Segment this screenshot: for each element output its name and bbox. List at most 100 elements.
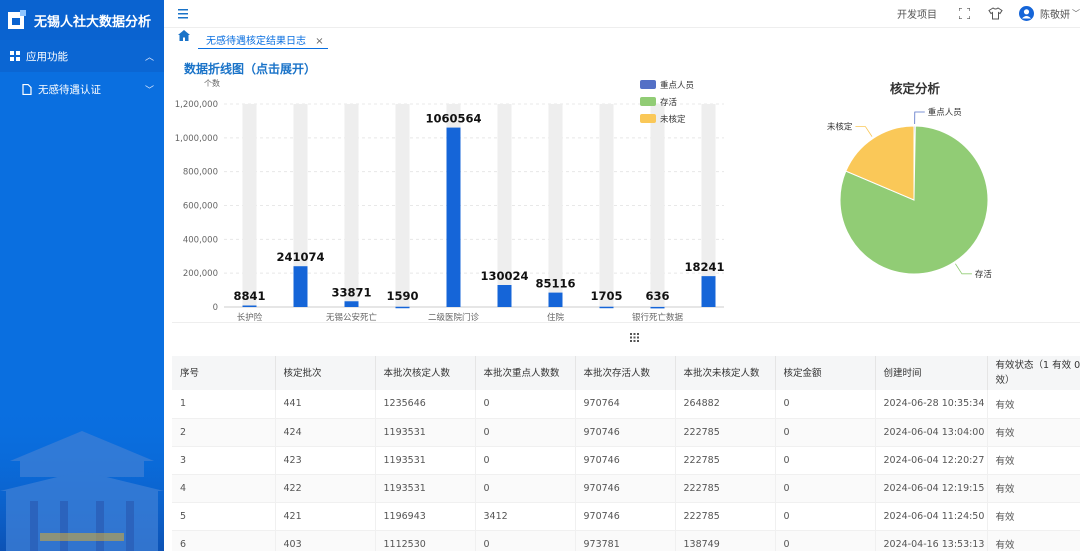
table-cell: 0: [475, 474, 576, 503]
pie-label: 存活: [975, 269, 993, 280]
pie-leader-line: [855, 126, 873, 137]
table-cell: 970746: [575, 418, 676, 447]
table-cell: 有效: [987, 474, 1080, 503]
table-cell: 5: [172, 502, 276, 531]
table-cell: 0: [775, 502, 876, 531]
chevron-down-icon: ﹀: [144, 85, 154, 96]
home-icon[interactable]: [178, 30, 190, 41]
data-bar: [293, 266, 308, 307]
app-logo-bar: 无锡人社大数据分析: [0, 0, 164, 40]
background-bar: [650, 104, 665, 307]
y-tick-label: 200,000: [183, 269, 218, 279]
table-cell: 0: [475, 446, 576, 475]
table-row[interactable]: 5 421 1196943 3412 970746 222785 0 2024-06-04 1…: [172, 502, 1080, 531]
table-row[interactable]: 2 424 1193531 0 970746 222785 0 2024-06-04 13:0…: [172, 418, 1080, 447]
result-table-container: 序号 核定批次 本批次核定人数 本批次重点人数数 本批次存活人数 本批次未核定人数 核定金额…: [172, 356, 1080, 551]
table-cell: 970746: [575, 474, 676, 503]
table-cell: 1193531: [375, 418, 476, 447]
y-tick-label: 600,000: [183, 202, 218, 212]
bar-value-label: 241074: [276, 250, 324, 264]
bar-value-label: 636: [645, 289, 669, 303]
bar-chart: 0 200,000 400,000 600,000 800,000 1,000,000 1,…: [175, 78, 724, 322]
table-cell: 6: [172, 530, 276, 551]
tab-certification-log[interactable]: 无感待遇核定结果日志 ×: [198, 32, 328, 49]
sidebar-item-app-functions[interactable]: 应用功能 ︿: [0, 40, 164, 72]
y-tick-label: 1,200,000: [175, 100, 218, 110]
data-bar: [242, 305, 257, 308]
table-cell: 0: [475, 390, 576, 419]
table-cell: 1235646: [375, 390, 476, 419]
fullscreen-icon[interactable]: [959, 8, 970, 19]
y-axis-label: 个数: [204, 78, 220, 88]
user-avatar-icon[interactable]: [1019, 6, 1034, 21]
column-header: 本批次核定人数: [375, 356, 476, 390]
tab-close-icon[interactable]: ×: [315, 36, 323, 47]
project-switch-link[interactable]: 开发项目: [897, 6, 937, 21]
table-row[interactable]: 6 403 1112530 0 973781 138749 0 2024-04-16 13:5…: [172, 530, 1080, 551]
grid-icon[interactable]: [630, 333, 639, 342]
sidebar-item-senseless-certification[interactable]: 无感待遇认证 ﹀: [0, 72, 164, 106]
column-header: 核定批次: [275, 356, 376, 390]
data-bar: [548, 292, 563, 307]
column-header: 有效状态（1 有效 0 无效）: [987, 356, 1080, 390]
theme-shirt-icon[interactable]: [988, 7, 1003, 20]
table-cell: 970746: [575, 502, 676, 531]
bar-value-label: 85116: [535, 277, 575, 291]
y-tick-label: 800,000: [183, 168, 218, 178]
legend-swatch: [640, 114, 656, 123]
table-cell: 424: [275, 418, 376, 447]
data-bar: [395, 306, 410, 309]
table-cell: 1196943: [375, 502, 476, 531]
table-row[interactable]: 1 441 1235646 0 970764 264882 0 2024-06-28 10:3…: [172, 390, 1080, 419]
pie-label: 未核定: [827, 122, 853, 133]
user-name[interactable]: 陈敬妍: [1040, 6, 1070, 21]
legend-label: 重点人员: [660, 80, 694, 91]
tab-bar: 无感待遇核定结果日志 ×: [164, 28, 1080, 49]
column-header: 序号: [172, 356, 276, 390]
grid-menu-icon: [10, 51, 20, 61]
data-bar: [599, 306, 614, 309]
table-cell: 421: [275, 502, 376, 531]
data-bar: [344, 301, 359, 307]
pie-chart: 重点人员存活 未核定: [827, 107, 993, 280]
table-cell: 0: [775, 446, 876, 475]
app-title: 无锡人社大数据分析: [34, 14, 152, 30]
table-cell: 有效: [987, 446, 1080, 475]
menu-toggle-icon[interactable]: [178, 8, 190, 19]
table-cell: 138749: [675, 530, 776, 551]
document-icon: [22, 83, 32, 95]
legend-label: 存活: [660, 97, 678, 108]
pie-leader-line: [914, 111, 925, 125]
background-bar: [344, 104, 359, 307]
table-cell: 403: [275, 530, 376, 551]
legend-swatch: [640, 97, 656, 106]
table-cell: 2024-04-16 13:53:13: [875, 530, 988, 551]
x-tick-label: 无锡公安死亡: [326, 312, 378, 322]
table-cell: 0: [775, 474, 876, 503]
table-cell: 1193531: [375, 446, 476, 475]
table-cell: 有效: [987, 418, 1080, 447]
table-cell: 4: [172, 474, 276, 503]
data-bar: [701, 276, 716, 307]
table-cell: 222785: [675, 474, 776, 503]
table-row[interactable]: 3 423 1193531 0 970746 222785 0 2024-06-04 12:2…: [172, 446, 1080, 475]
top-bar: 开发项目 陈敬妍 ﹀: [164, 0, 1080, 28]
table-body: 1 441 1235646 0 970764 264882 0 2024-06-28 10:3…: [172, 390, 1080, 551]
table-cell: 3: [172, 446, 276, 475]
table-row[interactable]: 4 422 1193531 0 970746 222785 0 2024-06-04 12:1…: [172, 474, 1080, 503]
bar-value-label: 182416: [684, 260, 724, 274]
bar-value-label: 1060564: [425, 112, 481, 126]
column-header: 核定金额: [775, 356, 876, 390]
x-tick-label: 二级医院门诊: [428, 312, 480, 322]
table-cell: 0: [775, 418, 876, 447]
x-tick-label: 银行死亡数据: [632, 312, 684, 322]
column-header: 本批次存活人数: [575, 356, 676, 390]
chevron-up-icon: ︿: [144, 52, 154, 63]
user-menu-chevron-icon[interactable]: ﹀: [1072, 8, 1080, 19]
result-table: 序号 核定批次 本批次核定人数 本批次重点人数数 本批次存活人数 本批次未核定人数 核定金额…: [172, 356, 1080, 551]
bar-value-label: 33871: [331, 285, 371, 299]
legend-swatch: [640, 80, 656, 89]
table-cell: 0: [475, 418, 576, 447]
table-header-row: 序号 核定批次 本批次核定人数 本批次重点人数数 本批次存活人数 本批次未核定人数 核定金额…: [172, 356, 1080, 390]
table-cell: 2024-06-04 11:24:50: [875, 502, 988, 531]
